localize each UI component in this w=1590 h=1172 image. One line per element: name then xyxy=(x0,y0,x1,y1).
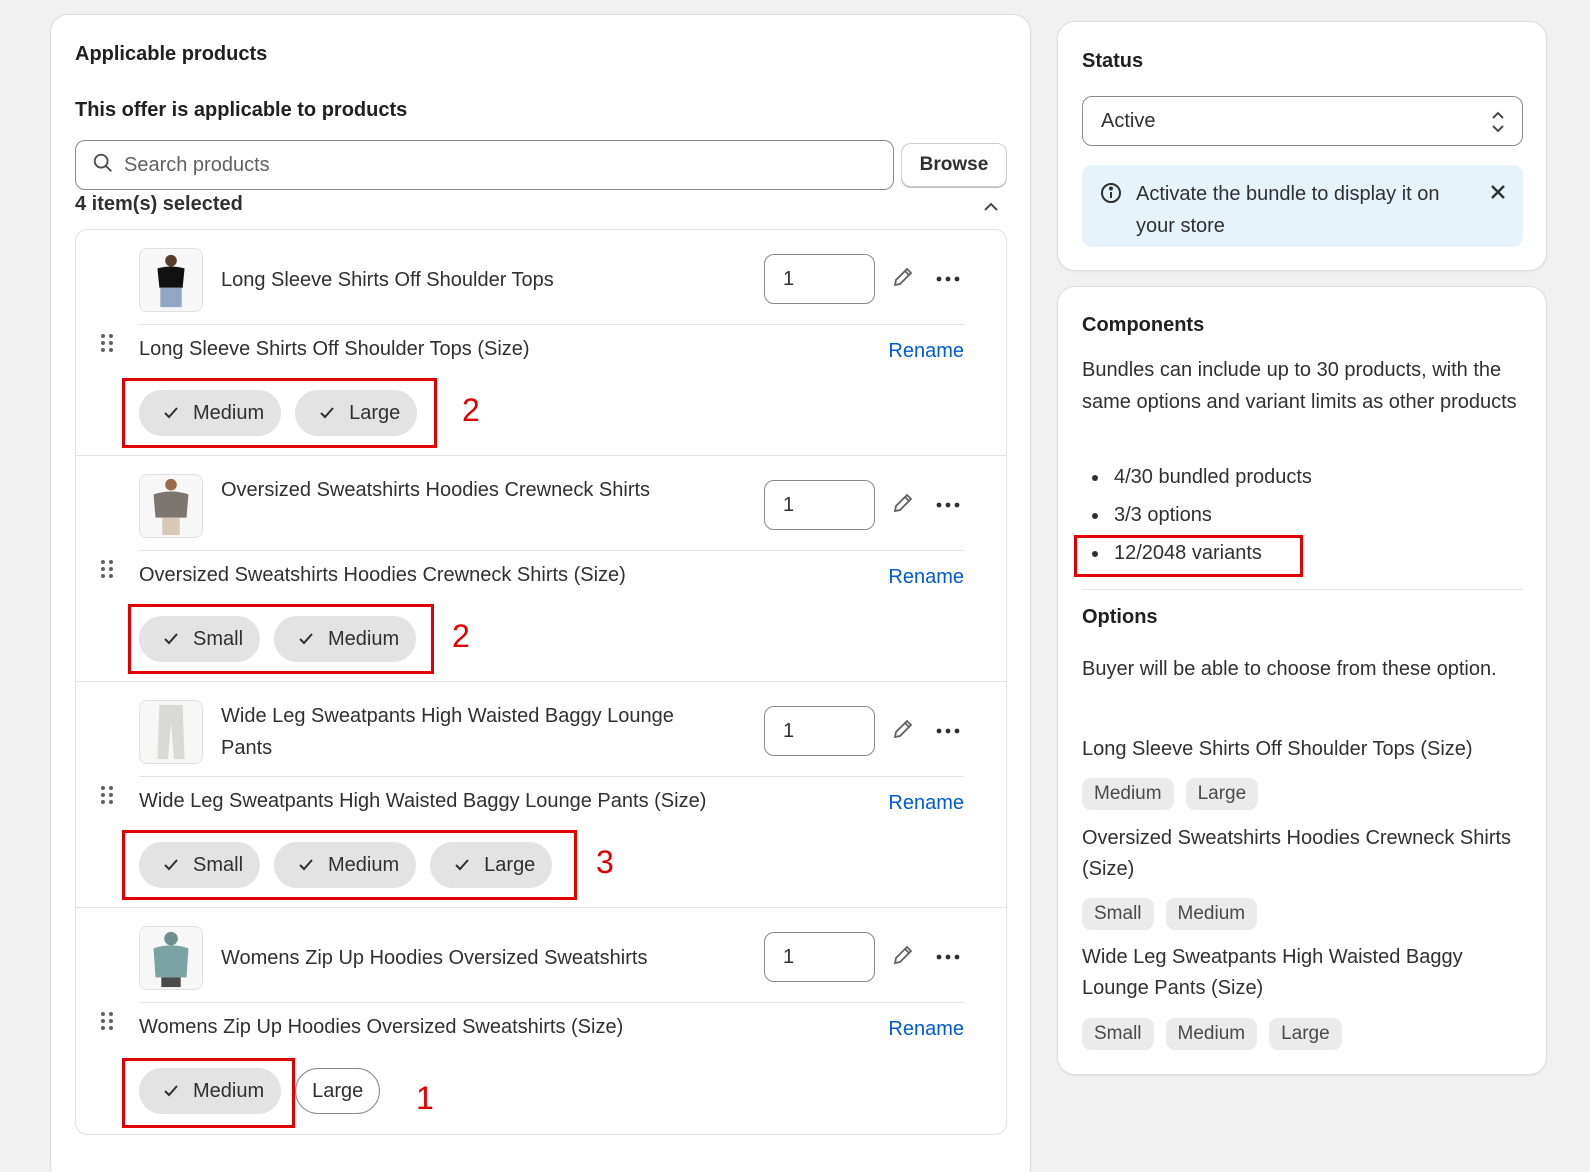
option-tag: Large xyxy=(1185,778,1259,810)
product-thumbnail xyxy=(139,700,203,764)
option-value-pill-unselected[interactable]: Large xyxy=(295,1068,381,1114)
components-description: Bundles can include up to 30 products, w… xyxy=(1082,359,1517,413)
product-thumbnail xyxy=(139,248,203,312)
search-input[interactable] xyxy=(124,153,824,177)
option-tag: Small xyxy=(1082,898,1154,930)
product-title: Wide Leg Sweatpants High Waisted Baggy L… xyxy=(221,705,674,759)
option-name: Womens Zip Up Hoodies Oversized Sweatshi… xyxy=(139,1016,624,1038)
status-select[interactable]: Active xyxy=(1082,96,1523,146)
annotation-number: 2 xyxy=(462,392,480,428)
option-title: Oversized Sweatshirts Hoodies Crewneck S… xyxy=(1082,827,1512,880)
option-tags: Small Medium Large xyxy=(1082,1018,1342,1050)
drag-handle-icon[interactable] xyxy=(100,1010,114,1032)
annotation-box xyxy=(122,1058,295,1128)
selected-count: 4 item(s) selected xyxy=(75,193,243,215)
drag-handle-icon[interactable] xyxy=(100,332,114,354)
product-thumbnail xyxy=(139,474,203,538)
options-description: Buyer will be able to choose from these … xyxy=(1082,658,1497,680)
annotation-number: 2 xyxy=(452,618,470,654)
option-tag: Medium xyxy=(1165,898,1258,930)
product-title: Womens Zip Up Hoodies Oversized Sweatshi… xyxy=(221,947,648,969)
option-name: Wide Leg Sweatpants High Waisted Baggy L… xyxy=(139,790,707,812)
option-tag: Medium xyxy=(1082,778,1174,810)
card-heading: Applicable products xyxy=(75,43,268,65)
annotation-box xyxy=(1074,535,1303,577)
status-heading: Status xyxy=(1082,50,1144,72)
drag-handle-icon[interactable] xyxy=(100,558,114,580)
option-tag: Medium xyxy=(1165,1018,1258,1050)
info-icon xyxy=(1100,182,1122,204)
annotation-box xyxy=(128,604,434,674)
divider xyxy=(139,550,964,551)
components-heading: Components xyxy=(1082,314,1205,336)
chevron-up-icon[interactable] xyxy=(979,195,1003,219)
components-card: Components Bundles can include up to 30 … xyxy=(1057,286,1547,1075)
annotation-number: 3 xyxy=(596,844,614,880)
divider xyxy=(139,776,964,777)
product-item: Wide Leg Sweatpants High Waisted Baggy L… xyxy=(76,682,1006,908)
pencil-icon[interactable] xyxy=(891,943,915,967)
banner-message: Activate the bundle to display it on you… xyxy=(1136,183,1440,237)
option-name: Oversized Sweatshirts Hoodies Crewneck S… xyxy=(139,564,626,586)
select-arrows-icon xyxy=(1490,109,1506,135)
browse-button[interactable]: Browse xyxy=(901,143,1007,187)
pencil-icon[interactable] xyxy=(891,265,915,289)
status-value: Active xyxy=(1101,109,1156,132)
card-subheading: This offer is applicable to products xyxy=(75,99,408,121)
quantity-input[interactable] xyxy=(764,932,875,982)
option-title: Long Sleeve Shirts Off Shoulder Tops (Si… xyxy=(1082,738,1473,760)
annotation-box xyxy=(122,378,437,448)
option-tags: Small Medium xyxy=(1082,898,1258,930)
annotation-number: 1 xyxy=(416,1080,434,1116)
product-item: Womens Zip Up Hoodies Oversized Sweatshi… xyxy=(76,908,1006,1134)
more-horizontal-icon[interactable] xyxy=(935,946,961,968)
rename-link[interactable]: Rename xyxy=(888,340,964,363)
selected-summary: 4 item(s) selected xyxy=(75,193,1007,223)
stat-item: 3/3 options xyxy=(1092,499,1312,537)
rename-link[interactable]: Rename xyxy=(888,792,964,815)
pencil-icon[interactable] xyxy=(891,491,915,515)
divider xyxy=(1082,589,1523,590)
info-banner: Activate the bundle to display it on you… xyxy=(1082,165,1523,247)
search-icon xyxy=(92,152,114,179)
rename-link[interactable]: Rename xyxy=(888,566,964,589)
annotation-box xyxy=(122,830,577,900)
search-field[interactable] xyxy=(75,140,894,190)
product-item: Oversized Sweatshirts Hoodies Crewneck S… xyxy=(76,456,1006,682)
pill-label: Large xyxy=(312,1079,364,1102)
close-icon[interactable] xyxy=(1489,183,1507,201)
stat-item: 4/30 bundled products xyxy=(1092,461,1312,499)
rename-link[interactable]: Rename xyxy=(888,1018,964,1041)
status-card: Status Active Activate the bundle to dis… xyxy=(1057,21,1547,271)
option-tags: Medium Large xyxy=(1082,778,1259,810)
pencil-icon[interactable] xyxy=(891,717,915,741)
quantity-input[interactable] xyxy=(764,480,875,530)
more-horizontal-icon[interactable] xyxy=(935,268,961,290)
option-tag: Small xyxy=(1082,1018,1154,1050)
more-horizontal-icon[interactable] xyxy=(935,494,961,516)
applicable-products-card: Applicable products This offer is applic… xyxy=(50,14,1031,1172)
product-title: Oversized Sweatshirts Hoodies Crewneck S… xyxy=(221,479,651,501)
product-thumbnail xyxy=(139,926,203,990)
product-item: Long Sleeve Shirts Off Shoulder Tops Lon… xyxy=(76,230,1006,456)
option-name: Long Sleeve Shirts Off Shoulder Tops (Si… xyxy=(139,338,530,360)
product-title: Long Sleeve Shirts Off Shoulder Tops xyxy=(221,269,554,291)
options-heading: Options xyxy=(1082,606,1158,628)
quantity-input[interactable] xyxy=(764,706,875,756)
more-horizontal-icon[interactable] xyxy=(935,720,961,742)
option-title: Wide Leg Sweatpants High Waisted Baggy L… xyxy=(1082,946,1463,999)
drag-handle-icon[interactable] xyxy=(100,784,114,806)
divider xyxy=(139,1002,964,1003)
option-tag: Large xyxy=(1269,1018,1342,1050)
quantity-input[interactable] xyxy=(764,254,875,304)
divider xyxy=(139,324,964,325)
product-list: Long Sleeve Shirts Off Shoulder Tops Lon… xyxy=(75,229,1007,1135)
